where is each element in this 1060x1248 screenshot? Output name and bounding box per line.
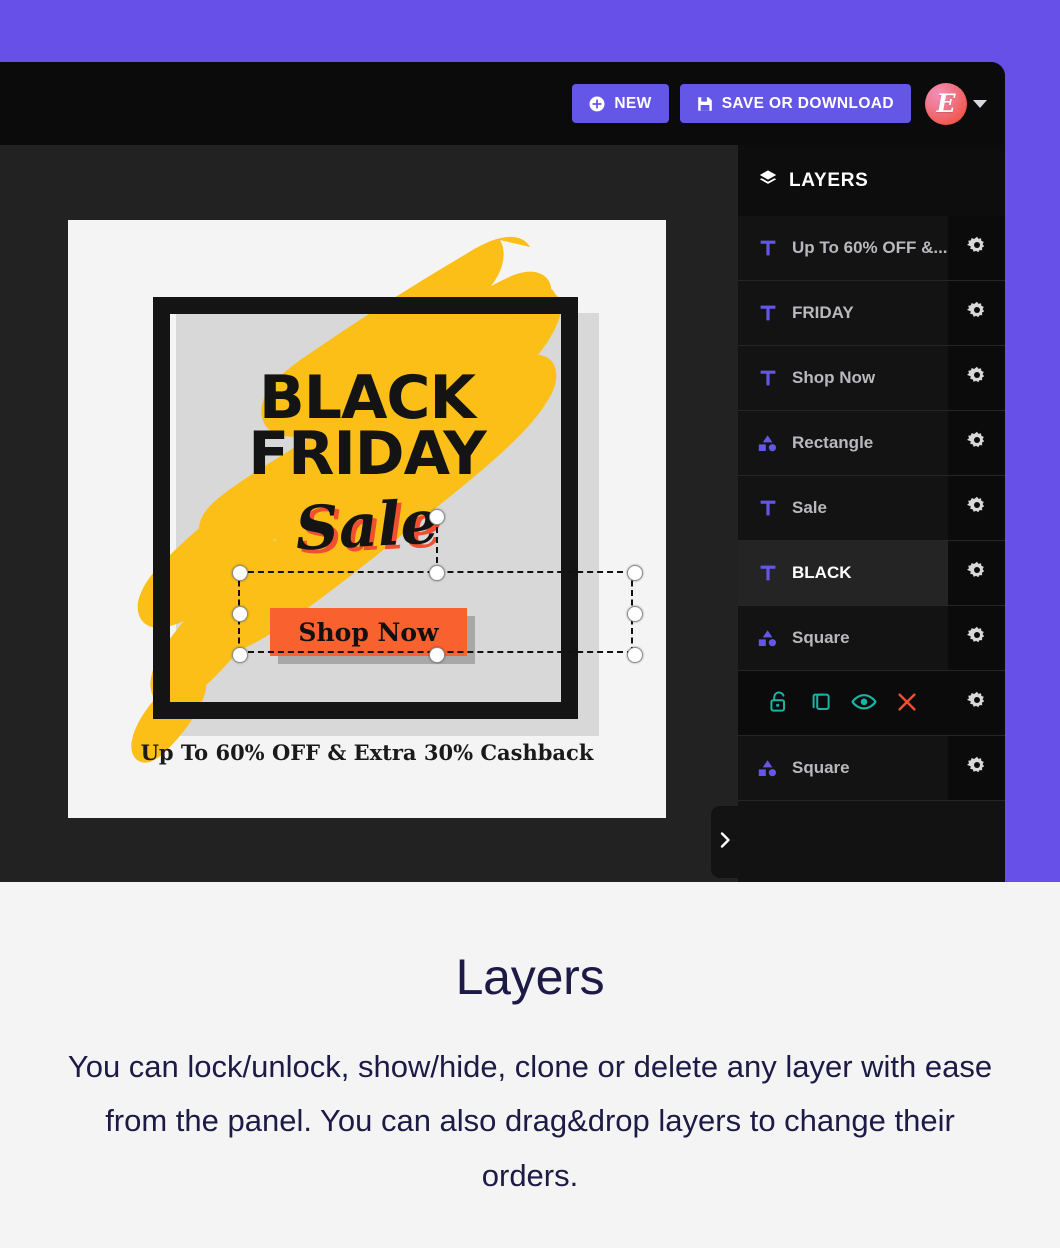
plus-circle-icon [589,96,605,112]
gear-icon [966,496,987,521]
save-button-label: SAVE OR DOWNLOAD [721,94,894,112]
gear-icon [966,236,987,261]
layer-settings-button[interactable] [948,281,1005,345]
layer-settings-button[interactable] [948,216,1005,280]
text-layer-icon [758,238,778,258]
layer-row-main[interactable]: Square [738,606,948,670]
layer-row[interactable]: Square [738,736,1005,801]
new-button[interactable]: NEW [572,84,669,123]
gear-icon [966,691,987,716]
feature-caption-block: Layers You can lock/unlock, show/hide, c… [0,882,1060,1248]
layer-settings-button[interactable] [948,736,1005,800]
layers-panel-header: LAYERS [738,145,1005,216]
layer-row[interactable]: Square [738,606,1005,671]
layer-row-main[interactable]: Rectangle [738,411,948,475]
layer-label: Up To 60% OFF &... [792,238,948,257]
artwork-shop-now-button[interactable]: Shop Now [270,608,467,656]
text-layer-icon [758,368,778,388]
layer-label: Shop Now [792,368,876,387]
shapes-layer-icon [758,628,778,648]
chevron-down-icon[interactable] [973,99,987,108]
layer-row[interactable]: Shop Now [738,346,1005,411]
shapes-layer-icon [758,433,778,453]
gear-icon [966,561,987,586]
visibility-toggle[interactable] [848,687,880,719]
layer-row[interactable]: FRIDAY [738,281,1005,346]
layer-label: BLACK [792,563,852,582]
eye-icon [851,692,878,715]
gear-icon [966,366,987,391]
layers-panel: LAYERS Up To 60% OFF &... FRIDAY Shop Now R… [738,145,1005,882]
gear-icon [966,756,987,781]
gear-icon [966,431,987,456]
layer-label: FRIDAY [792,303,854,322]
new-button-label: NEW [614,94,652,112]
layer-settings-button[interactable] [948,346,1005,410]
artwork-headline-friday[interactable]: FRIDAY [68,424,666,484]
chevron-right-icon [718,831,732,854]
artboard[interactable]: BLACK FRIDAY Sale Shop Now Up To 60% OFF… [68,220,666,818]
layer-row-main[interactable]: BLACK [738,541,948,605]
avatar[interactable]: E [925,82,967,125]
layer-settings-button[interactable] [948,411,1005,475]
layer-row-main[interactable]: Square [738,736,948,800]
layer-label: Rectangle [792,433,874,452]
layer-row-main[interactable]: Up To 60% OFF &... [738,216,948,280]
floppy-disk-icon [697,96,713,112]
layers-panel-title: LAYERS [789,169,869,191]
text-layer-icon [758,498,778,518]
layer-row[interactable]: Up To 60% OFF &... [738,216,1005,281]
editor-toolbar: NEW SAVE OR DOWNLOAD E [0,62,1005,145]
editor-window: NEW SAVE OR DOWNLOAD E BLACK FRIDAY Sale… [0,62,1005,882]
layer-row-main[interactable]: FRIDAY [738,281,948,345]
layer-row-main[interactable]: Sale [738,476,948,540]
text-layer-icon [758,303,778,323]
artwork-caption[interactable]: Up To 60% OFF & Extra 30% Cashback [68,740,666,765]
text-layer-icon [758,563,778,583]
canvas-workspace[interactable]: BLACK FRIDAY Sale Shop Now Up To 60% OFF… [0,145,738,882]
layer-action-icons [738,671,948,735]
save-or-download-button[interactable]: SAVE OR DOWNLOAD [679,84,911,123]
layer-settings-button[interactable] [948,476,1005,540]
copy-icon [811,690,833,717]
account-menu[interactable]: E [925,82,987,125]
avatar-letter: E [936,89,956,118]
layer-label: Square [792,628,850,647]
close-x-icon [896,691,918,716]
layer-row[interactable]: BLACK [738,541,1005,606]
layer-row[interactable]: Sale [738,476,1005,541]
layer-settings-button[interactable] [948,606,1005,670]
shapes-layer-icon [758,758,778,778]
layer-actions-row [738,671,1005,736]
lock-toggle[interactable] [763,687,795,719]
feature-description: You can lock/unlock, show/hide, clone or… [67,1049,993,1193]
editor-body: BLACK FRIDAY Sale Shop Now Up To 60% OFF… [0,145,1005,882]
layer-row[interactable]: Rectangle [738,411,1005,476]
panel-collapse-tab[interactable] [711,806,739,878]
layer-settings-button[interactable] [948,671,1005,735]
delete-layer[interactable] [891,687,923,719]
layer-settings-button[interactable] [948,541,1005,605]
unlock-icon [768,690,790,717]
layer-label: Sale [792,498,827,517]
layer-label: Square [792,758,850,777]
gear-icon [966,301,987,326]
layers-list: Up To 60% OFF &... FRIDAY Shop Now Rectangl… [738,216,1005,801]
gear-icon [966,626,987,651]
layer-row-main[interactable]: Shop Now [738,346,948,410]
artwork-cta-label: Shop Now [298,617,439,647]
page-title: Layers [455,949,605,1005]
layers-stack-icon [758,168,778,194]
clone-layer[interactable] [806,687,838,719]
